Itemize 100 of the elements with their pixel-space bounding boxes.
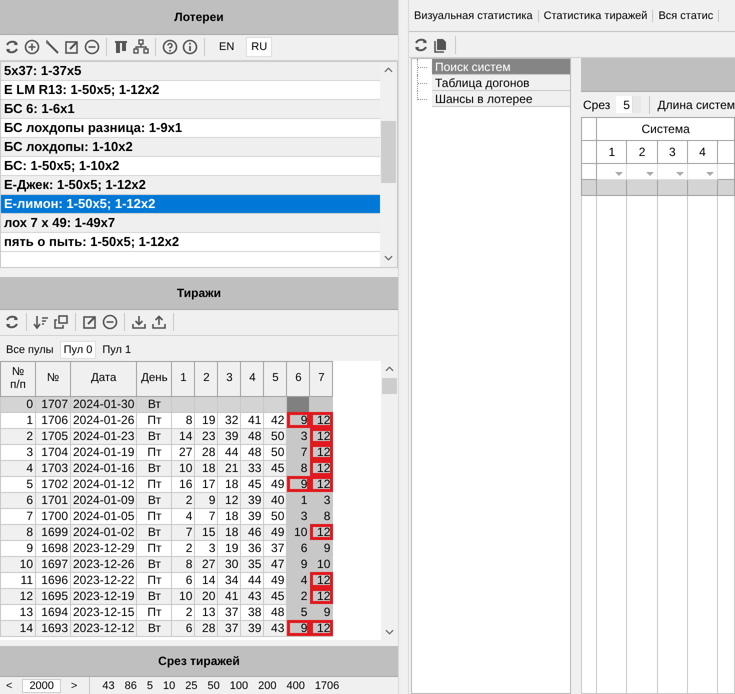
language-button[interactable]: EN [215,38,238,56]
column-header[interactable]: День [136,361,172,396]
tree-icon[interactable] [133,39,149,56]
preset-button[interactable]: 5 [146,680,153,692]
table-cell: 14 [172,428,195,444]
table-cell: 48 [264,604,287,620]
preset-button[interactable]: 25 [185,680,198,692]
table-cell: 32 [218,412,241,428]
preset-button[interactable]: 200 [258,680,276,692]
columns-icon[interactable] [113,39,129,56]
preset-button[interactable]: 43 [102,680,115,692]
table-cell: 1700 [36,508,70,524]
lottery-item[interactable]: лох 7 х 49: 1-49x7 [1,214,380,233]
table-cell: 1706 [36,412,70,428]
lottery-item[interactable]: Е-лимон: 1-50x5; 1-12x2 [1,194,380,214]
pool-tab[interactable]: Пул 1 [100,340,134,359]
plus-circle-icon[interactable] [24,39,40,56]
preset-button[interactable]: 86 [124,680,137,692]
pool-tab[interactable]: Пул 0 [60,340,96,359]
table-cell: 2 [172,492,195,508]
column-header[interactable]: 2 [194,361,218,396]
column-header[interactable]: № [36,361,70,396]
refresh-icon[interactable] [413,36,429,52]
lottery-item[interactable]: 5x37: 1-37x5 [1,62,380,81]
column-header[interactable]: 3 [218,361,241,396]
scroll-thumb[interactable] [381,120,396,183]
table-cell: Вт [136,492,172,508]
upload-icon[interactable] [151,314,167,330]
column-header[interactable]: 7 [310,361,333,396]
table-cell: Вт [136,556,172,572]
field-label: Срез [583,98,610,112]
refresh-icon[interactable] [4,314,20,330]
scroll-thumb[interactable] [382,378,397,394]
table-cell: Вт [136,588,172,604]
sort-icon[interactable] [33,314,49,330]
table-cell: 28 [194,620,218,636]
spin-field[interactable]: 5 [616,96,641,113]
table-cell: Вт [136,428,172,444]
minus-circle-icon[interactable] [102,314,118,330]
highlighted-cell: 12 [310,476,333,492]
download-icon[interactable] [131,314,147,330]
table-cell: 46 [240,524,264,540]
pool-tab[interactable]: Все пулы [4,340,56,359]
column-header[interactable]: 6 [286,361,310,396]
table-cell: 20 [194,588,218,604]
table-cell: 47 [264,556,287,572]
table-cell: 50 [264,508,287,524]
table-cell: 1696 [36,572,70,588]
preset-button[interactable]: 10 [162,680,176,692]
refresh-icon[interactable] [4,39,20,56]
table-cell: 2024-01-02 [70,524,137,540]
preset-button[interactable]: 50 [207,680,220,692]
column-header[interactable]: 1 [172,361,195,396]
edit-icon[interactable] [64,39,80,56]
copy-icon[interactable] [53,314,69,330]
table-cell: 2024-01-12 [70,476,137,492]
column-header[interactable]: 4 [240,361,264,396]
help-icon[interactable] [162,39,178,56]
column-header[interactable]: 3 [657,140,688,164]
lottery-item[interactable]: БС лохдопы: 1-10x2 [1,138,380,157]
column-header[interactable]: 1 [596,140,627,164]
tab[interactable]: Статистика тиражей [538,10,654,22]
scrollbar[interactable] [380,62,397,267]
next-button[interactable]: > [70,680,78,692]
slice-field[interactable]: 2000 [22,678,61,693]
table-cell: 35 [240,556,264,572]
minus-circle-icon[interactable] [84,39,100,56]
highlighted-cell: 12 [310,620,333,636]
tab[interactable]: Вся статис [653,10,720,22]
column-header[interactable]: Дата [70,361,137,396]
highlighted-cell: 12 [310,572,333,588]
tree-item[interactable]: Поиск систем [432,59,570,75]
wand-icon[interactable] [44,39,60,56]
preset-button[interactable]: 400 [286,680,305,692]
highlighted-cell: 9 [286,620,310,636]
tree-item[interactable]: Таблица догонов [432,75,570,91]
highlighted-cell: 12 [310,412,333,428]
column-header[interactable]: № п/п [0,361,36,396]
table-cell: 45 [264,460,287,476]
table-cell: 30 [218,556,241,572]
tree-item[interactable]: Шансы в лотерее [432,91,570,107]
table-cell: 33 [240,460,264,476]
tab[interactable]: Визуальная статистика [409,10,539,22]
previous-button[interactable]: < [6,680,12,692]
documents-icon[interactable] [433,36,449,52]
preset-button[interactable]: 100 [230,680,248,692]
table-cell: 3 [194,540,218,556]
edit-icon[interactable] [82,314,98,330]
column-header[interactable]: 4 [687,140,718,164]
table-cell: 2024-01-19 [70,444,137,460]
lottery-item[interactable]: БС 6: 1-6x1 [1,100,380,119]
table-cell: Вт [136,396,172,412]
column-header[interactable]: 2 [626,140,658,164]
info-icon[interactable] [182,39,198,56]
preset-button[interactable]: 1706 [314,680,340,692]
table-cell: 2023-12-15 [70,604,137,620]
language-button[interactable]: RU [246,37,272,58]
lottery-item[interactable]: Е-Джек: 1-50x5; 1-12x2 [1,176,380,195]
column-header[interactable]: 5 [264,361,287,396]
table-cell: 44 [240,572,264,588]
